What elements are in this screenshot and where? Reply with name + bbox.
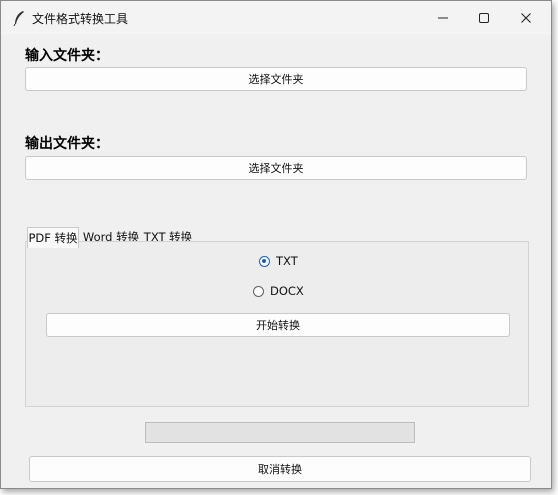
radio-docx-label: DOCX [270,284,304,298]
tab-pdf-convert[interactable]: PDF 转换 [27,227,79,248]
output-folder-label: 输出文件夹： [25,136,109,152]
maximize-button[interactable] [462,1,506,35]
select-output-folder-button[interactable]: 选择文件夹 [25,156,527,180]
feather-icon [13,11,24,26]
radio-docx-option[interactable]: DOCX [253,284,304,298]
minimize-button[interactable] [421,1,465,35]
minimize-icon [438,17,448,19]
app-window: 文件格式转换工具 输入文件夹： 选择文件夹 输出文件夹： 选择文件夹 PDF 转… [0,0,552,489]
radio-unselected-icon [253,285,264,297]
radio-txt-option[interactable]: TXT [259,254,298,268]
input-folder-label: 输入文件夹： [25,48,109,64]
progress-bar [145,422,415,443]
cancel-convert-button[interactable]: 取消转换 [29,456,531,482]
select-input-folder-button[interactable]: 选择文件夹 [25,67,527,91]
pdf-convert-panel: TXT DOCX 开始转换 [25,241,529,407]
start-convert-button[interactable]: 开始转换 [46,313,510,337]
maximize-icon [479,13,489,23]
title-bar[interactable]: 文件格式转换工具 [1,1,551,35]
radio-txt-label: TXT [276,254,298,268]
radio-selected-icon [259,255,270,267]
window-title: 文件格式转换工具 [32,12,129,26]
close-button[interactable] [504,1,548,35]
close-icon [521,13,531,23]
